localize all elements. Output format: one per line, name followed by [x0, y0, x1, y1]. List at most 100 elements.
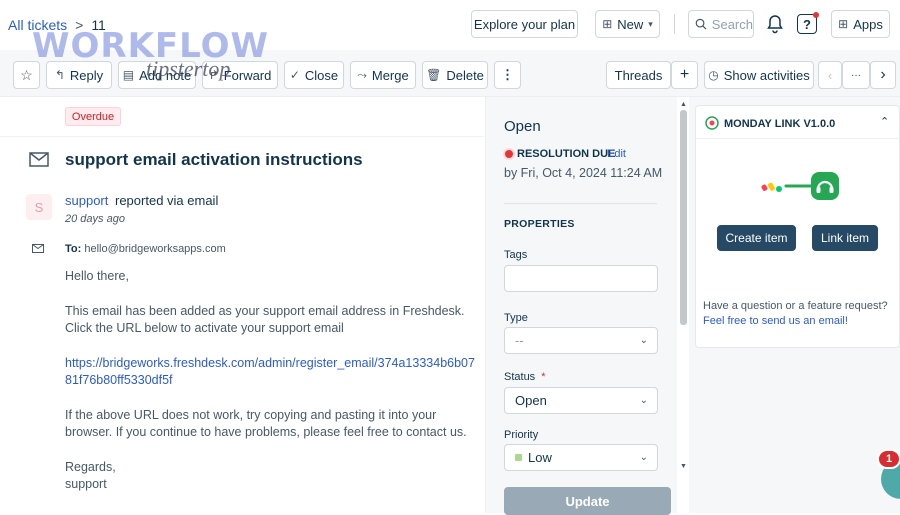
check-circle-icon: ✓ — [289, 68, 300, 82]
email-icon — [29, 152, 49, 167]
watermark-tagline: tipstertop — [146, 56, 231, 81]
merge-label: Merge — [371, 67, 409, 83]
activation-link-line-1[interactable]: https://bridgeworks.freshdesk.com/admin/… — [65, 355, 475, 373]
show-activities-button[interactable]: ◷ Show activities — [704, 61, 814, 89]
resolution-label: RESOLUTION DUE — [517, 148, 616, 160]
monday-app-icon — [705, 116, 719, 130]
reply-label: Reply — [69, 67, 104, 83]
priority-label: Priority — [504, 429, 539, 441]
chevron-down-icon: ⌄ — [639, 335, 648, 346]
properties-divider — [504, 203, 657, 204]
monday-email-link[interactable]: Feel free to send us an email! — [703, 315, 848, 327]
priority-select[interactable]: Low ⌄ — [504, 444, 658, 471]
add-thread-icon: + — [679, 66, 690, 83]
star-icon: ☆ — [20, 67, 33, 83]
monday-divider — [696, 138, 900, 139]
email-body: Hello there, This email has been added a… — [65, 268, 475, 494]
update-button[interactable]: Update — [504, 487, 671, 515]
email-paragraph-1-line-1: This email has been added as your suppor… — [65, 303, 465, 318]
reported-via: reported via email — [115, 193, 219, 208]
to-line: To: hello@bridgeworksapps.com — [65, 243, 226, 255]
chevron-down-icon: ▾ — [648, 18, 653, 29]
search-placeholder: Search — [711, 16, 753, 32]
chevron-down-icon: ⌄ — [639, 452, 648, 463]
to-address: hello@bridgeworksapps.com — [84, 243, 226, 255]
ticket-age: 20 days ago — [65, 213, 125, 225]
search-input[interactable]: Search — [688, 10, 754, 38]
close-button[interactable]: ✓ Close — [284, 61, 344, 89]
more-actions-button[interactable]: ⋮ — [494, 61, 521, 89]
scrollbar-thumb[interactable] — [680, 110, 687, 325]
monday-title: MONDAY LINK V1.0.0 — [724, 118, 836, 130]
threads-button[interactable]: Threads — [606, 61, 671, 89]
chevron-down-icon: ⌄ — [639, 395, 648, 406]
email-greeting: Hello there, — [65, 269, 129, 283]
priority-value: Low — [528, 450, 552, 465]
resolution-edit-link[interactable]: Edit — [607, 148, 626, 160]
plus-square-icon: ⊞ — [602, 17, 613, 31]
status-label: Status * — [504, 371, 546, 383]
email-small-icon — [32, 244, 44, 253]
reply-icon: ↰ — [54, 68, 65, 82]
email-paragraph-1-line-2: Click the URL below to activate your sup… — [65, 321, 344, 335]
resolution-due-date: by Fri, Oct 4, 2024 11:24 AM — [504, 166, 663, 180]
scrollbar-up-arrow[interactable]: ▲ — [680, 101, 687, 108]
tags-label: Tags — [504, 249, 528, 261]
properties-heading: PROPERTIES — [504, 218, 575, 230]
status-value: Open — [515, 393, 547, 408]
notification-count-badge: 1 — [877, 449, 900, 469]
threads-label: Threads — [614, 67, 663, 83]
activation-link-line-2[interactable]: 81f76b80ff5330df5f — [65, 372, 475, 390]
update-label: Update — [565, 493, 610, 509]
show-activities-label: Show activities — [723, 67, 810, 83]
reporter-name[interactable]: support — [65, 193, 108, 208]
forward-label: Forward — [223, 67, 272, 83]
tags-input[interactable] — [504, 265, 658, 292]
delete-button[interactable]: 🗑 Delete — [422, 61, 488, 89]
ticket-more-button[interactable]: ··· — [842, 61, 870, 89]
apps-label: Apps — [853, 16, 883, 32]
type-label: Type — [504, 312, 528, 324]
link-item-label: Link item — [820, 231, 870, 245]
explore-plan-label: Explore your plan — [473, 16, 576, 32]
prev-ticket-button[interactable]: ‹ — [818, 61, 842, 89]
status-select[interactable]: Open ⌄ — [504, 387, 658, 414]
email-regards: Regards, — [65, 459, 116, 474]
monday-question: Have a question or a feature request? — [703, 300, 888, 312]
new-label: New — [617, 16, 644, 32]
explore-plan-button[interactable]: Explore your plan — [471, 10, 578, 38]
create-item-label: Create item — [725, 231, 788, 245]
reporter-line: support reported via email — [65, 193, 218, 208]
header-divider — [674, 14, 675, 34]
delete-label: Delete — [446, 67, 484, 83]
email-signature: support — [65, 477, 107, 491]
create-item-button[interactable]: Create item — [717, 225, 796, 251]
scrollbar-down-arrow[interactable]: ▼ — [680, 463, 687, 470]
email-paragraph-2-line-1: If the above URL does not work, try copy… — [65, 407, 437, 422]
ellipsis-icon: ··· — [851, 69, 861, 81]
help-notification-dot — [813, 12, 819, 18]
status-title: Open — [504, 118, 541, 135]
monday-link-illustration-icon — [761, 172, 839, 200]
activity-icon: ◷ — [708, 68, 719, 82]
search-icon — [695, 18, 707, 30]
next-ticket-button[interactable]: › — [870, 61, 896, 89]
resolution-dot-icon — [505, 150, 513, 158]
close-label: Close — [304, 67, 339, 83]
collapse-chevron-icon[interactable]: ⌃ — [880, 115, 889, 128]
merge-button[interactable]: ⤳ Merge — [350, 61, 416, 89]
apps-button[interactable]: ⊞ Apps — [831, 10, 890, 38]
avatar: S — [26, 194, 52, 220]
add-thread-button[interactable]: + — [671, 61, 698, 89]
priority-low-swatch — [515, 454, 522, 461]
overdue-badge: Overdue — [65, 107, 121, 126]
to-label: To: — [65, 243, 82, 255]
ticket-subject: support email activation instructions — [65, 150, 363, 169]
link-item-button[interactable]: Link item — [812, 225, 878, 251]
required-marker: * — [541, 371, 546, 383]
new-button[interactable]: ⊞ New ▾ — [595, 10, 660, 38]
bell-icon[interactable] — [766, 14, 784, 34]
type-select[interactable]: -- ⌄ — [504, 327, 658, 354]
more-actions-icon: ⋮ — [501, 67, 514, 82]
header-separator — [0, 136, 484, 137]
